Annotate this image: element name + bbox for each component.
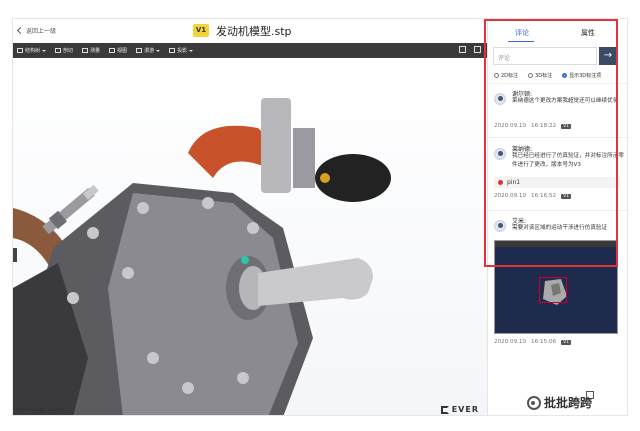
toolbar-walk[interactable]: 漫游 [136,47,161,54]
toolbar-label: 投影 [177,48,188,54]
projection-icon [169,48,176,53]
3d-viewport[interactable]: Powered by EverXYZ EVER [13,58,487,416]
toolbar-label: 视图 [117,48,128,54]
brass-fitting [320,173,330,183]
header-bar: 返回上一级 V1 发动机模型.stp [13,19,487,43]
chevron-left-icon [16,26,25,35]
ever-logo-mark [440,405,449,414]
screenshot-selection [539,277,567,303]
caret-down-icon [189,49,194,52]
tree-icon [17,48,23,53]
caret-down-icon [42,49,47,52]
toolbar-right [459,46,481,53]
cube-icon [109,48,116,53]
toolbar-label: 剖切 [63,48,74,54]
ever-logo: EVER [440,405,479,414]
watermark-text: 批批跨跨 [544,396,593,410]
walk-icon [136,48,143,53]
back-link[interactable]: 返回上一级 [16,26,57,35]
watermark: 批批跨跨 [527,394,592,411]
valve-side [293,128,315,188]
back-label: 返回上一级 [26,28,57,35]
comment-version[interactable]: V1 [561,339,572,345]
caret-down-icon [156,49,161,52]
powered-by: Powered by EverXYZ [17,407,69,413]
valve-body [261,98,291,193]
comment-date: 2020.09.10 [494,339,527,345]
toolbar-projection[interactable]: 投影 [169,47,194,54]
file-title: 发动机模型.stp [216,25,292,38]
wechat-icon [527,395,541,410]
toolbar-label: 结构树 [25,48,41,54]
annotation-pin[interactable] [241,256,249,264]
toolbar: 结构树 剖切 测量 视图 漫游 投影 [13,43,487,58]
section-icon [55,48,62,53]
comment-time: 16:15:06 [531,339,557,345]
engine-model[interactable] [13,58,487,416]
toolbar-view[interactable]: 视图 [109,47,127,54]
comment-timestamp: 2020.09.10 16:15:06 V1 [494,339,572,345]
toolbar-label: 漫游 [144,48,155,54]
ruler-icon [82,48,89,53]
highlight-box [484,19,618,267]
fullscreen-icon[interactable] [474,46,481,53]
version-badge[interactable]: V1 [193,24,209,37]
ever-logo-text: EVER [451,405,479,414]
toolbar-tree[interactable]: 结构树 [17,47,47,54]
paint-icon[interactable] [459,46,466,53]
toolbar-measure[interactable]: 测量 [82,47,100,54]
toolbar-section[interactable]: 剖切 [55,47,73,54]
toolbar-label: 测量 [90,48,101,54]
collapse-left-handle[interactable] [13,248,17,262]
